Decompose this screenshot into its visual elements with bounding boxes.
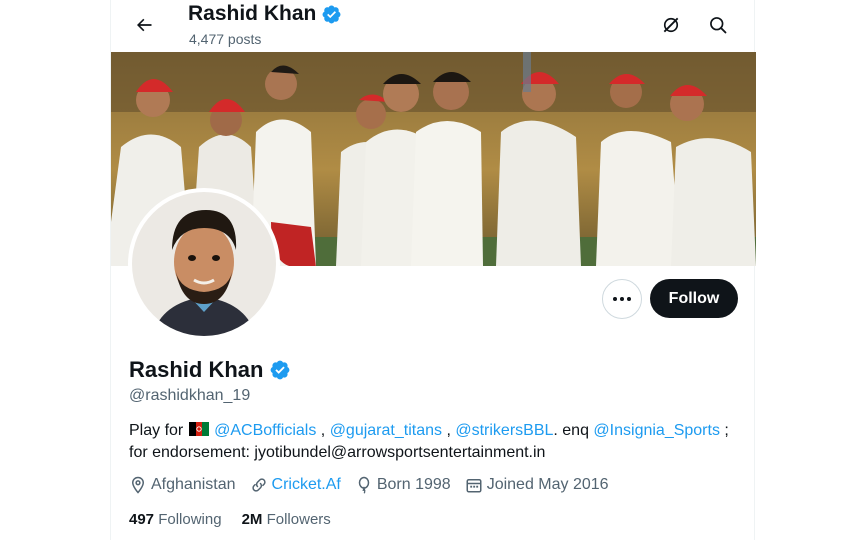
joined-item: Joined May 2016 — [465, 476, 609, 494]
bio-text: Play for — [129, 422, 188, 439]
back-button[interactable] — [127, 8, 161, 42]
followers-link[interactable]: 2M Followers — [242, 511, 331, 528]
bio-text: ; — [719, 422, 729, 439]
follow-stats: 497 Following 2M Followers — [129, 511, 351, 528]
profile-header: Rashid Khan 4,477 posts — [111, 0, 756, 52]
joined-text: Joined May 2016 — [486, 476, 609, 493]
bio-text: , — [316, 422, 330, 439]
bio-link-insignia-sports[interactable]: @Insignia_Sports — [593, 422, 720, 439]
website-link[interactable]: Cricket.Af — [272, 476, 341, 494]
posts-count: 4,477 posts — [189, 31, 262, 47]
verified-badge-icon[interactable] — [269, 359, 291, 381]
more-dots-icon — [613, 297, 631, 301]
website-item: Cricket.Af — [250, 476, 341, 494]
profile-meta: Afghanistan Cricket.Af Born 1998 Joined … — [129, 476, 623, 494]
header-title: Rashid Khan — [188, 2, 342, 26]
followers-count: 2M — [241, 511, 263, 528]
display-name: Rashid Khan — [129, 357, 264, 382]
birthday-text: Born 1998 — [376, 476, 451, 493]
profile-name: Rashid Khan — [129, 357, 291, 383]
following-label: Following — [158, 511, 222, 528]
avatar-image — [132, 192, 276, 336]
more-options-button[interactable] — [602, 279, 642, 319]
page: Rashid Khan 4,477 posts Follow Rashid Kh… — [0, 0, 864, 540]
location-pin-icon — [131, 476, 145, 494]
followers-label: Followers — [266, 511, 331, 528]
following-count: 497 — [129, 511, 155, 528]
balloon-icon — [358, 476, 370, 494]
profile-column: Rashid Khan 4,477 posts Follow Rashid Kh… — [110, 0, 756, 540]
afghanistan-flag-icon — [188, 421, 209, 436]
follow-button[interactable]: Follow — [650, 279, 738, 318]
search-icon — [710, 17, 727, 34]
location-text: Afghanistan — [151, 476, 236, 493]
following-link[interactable]: 497 Following — [129, 511, 222, 528]
grok-button[interactable] — [656, 10, 686, 40]
bio-link-gujarat-titans[interactable]: @gujarat_titans — [330, 422, 442, 439]
grok-icon — [663, 17, 679, 33]
profile-handle: @rashidkhan_19 — [129, 387, 251, 404]
bio-endorsement: for endorsement: jyotibundel@arrowsports… — [129, 444, 546, 461]
profile-bio: Play for @ACBofficials , @gujarat_titans… — [129, 420, 744, 464]
bio-text: , — [442, 422, 456, 439]
bio-text: . enq — [553, 422, 594, 439]
location-item: Afghanistan — [129, 476, 236, 494]
birthday-item: Born 1998 — [355, 476, 451, 494]
arrow-left-icon — [137, 18, 152, 32]
calendar-icon — [466, 479, 482, 493]
link-icon — [251, 478, 266, 492]
header-name: Rashid Khan — [188, 2, 317, 25]
profile-avatar[interactable] — [128, 188, 280, 340]
bio-link-strikersbbl[interactable]: @strikersBBL — [455, 422, 553, 439]
verified-badge-icon — [322, 5, 341, 23]
bio-link-acbofficials[interactable]: @ACBofficials — [214, 422, 316, 439]
search-button[interactable] — [703, 10, 733, 40]
